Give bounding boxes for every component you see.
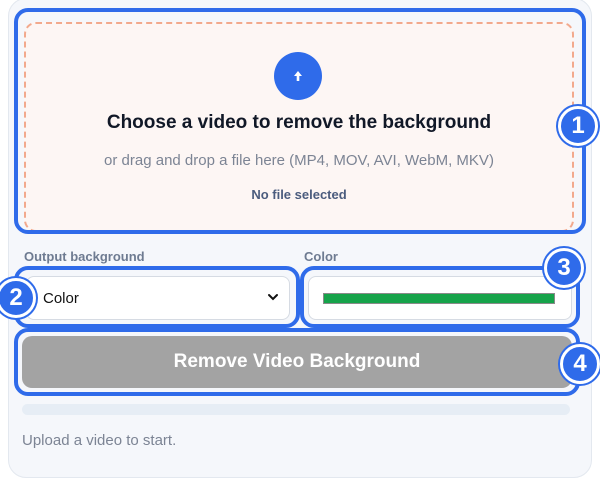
highlight-box-button <box>14 328 580 396</box>
highlight-box-select <box>14 266 300 328</box>
badge-4: 4 <box>560 344 600 384</box>
highlight-box-upload <box>14 8 586 234</box>
progress-bar <box>22 404 570 415</box>
output-background-label: Output background <box>24 249 145 264</box>
badge-1: 1 <box>558 106 598 146</box>
badge-3: 3 <box>544 248 584 288</box>
status-text: Upload a video to start. <box>22 432 177 449</box>
highlight-box-color <box>300 266 580 328</box>
color-label: Color <box>304 249 338 264</box>
